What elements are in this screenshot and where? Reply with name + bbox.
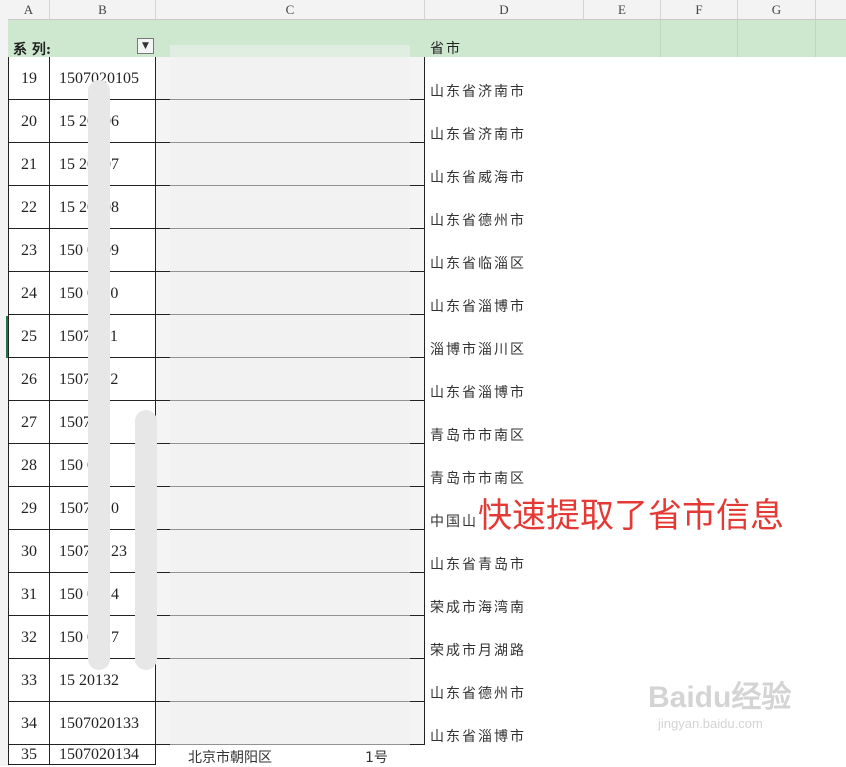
column-header-f[interactable]: F <box>661 0 738 20</box>
redaction-blur <box>88 80 110 670</box>
row-number[interactable]: 33 <box>8 659 50 702</box>
province-city-cell[interactable]: 青岛市市南区 <box>430 468 526 488</box>
redaction-mosaic <box>170 45 410 745</box>
row-number[interactable]: 24 <box>8 272 50 315</box>
province-city-cell[interactable]: 山东省威海市 <box>430 167 526 187</box>
province-header-label: 省市 <box>430 41 462 57</box>
header-cell-g <box>738 20 816 57</box>
row-number[interactable]: 30 <box>8 530 50 573</box>
watermark-logo: Baidu经验 <box>648 681 792 714</box>
watermark-url: jingyan.baidu.com <box>658 716 763 731</box>
province-city-cell[interactable]: 山东省淄博市 <box>430 296 526 316</box>
province-city-cell[interactable]: 山东省淄博市 <box>430 382 526 402</box>
dropdown-arrow-icon: ▼ <box>142 41 149 51</box>
row-number[interactable]: 29 <box>8 487 50 530</box>
series-header-label: 系 列: <box>13 42 52 58</box>
address-cell-partial-end: 1号 <box>365 750 388 766</box>
column-header-d[interactable]: D <box>425 0 584 20</box>
id-cell[interactable]: 1507020133 <box>50 702 156 745</box>
province-city-cell[interactable]: 山东省青岛市 <box>430 554 526 574</box>
column-header-a[interactable]: A <box>8 0 50 20</box>
province-city-cell[interactable]: 荣成市月湖路 <box>430 640 526 660</box>
row-number[interactable]: 31 <box>8 573 50 616</box>
annotation-text: 快速提取了省市信息 <box>478 496 784 536</box>
header-cell-f <box>661 20 738 57</box>
row-number[interactable]: 35 <box>8 745 50 765</box>
row-number[interactable]: 26 <box>8 358 50 401</box>
row-number[interactable]: 25 <box>8 315 50 358</box>
row-number[interactable]: 20 <box>8 100 50 143</box>
row-number[interactable]: 19 <box>8 57 50 100</box>
id-cell[interactable]: 1507020134 <box>50 745 156 765</box>
row-number[interactable]: 23 <box>8 229 50 272</box>
province-city-cell[interactable]: 山东省德州市 <box>430 683 526 703</box>
province-city-cell[interactable]: 山东省淄博市 <box>430 726 526 746</box>
row-number[interactable]: 27 <box>8 401 50 444</box>
column-header-b[interactable]: B <box>50 0 156 20</box>
province-city-cell[interactable]: 山东省德州市 <box>430 210 526 230</box>
column-header-next[interactable] <box>816 0 846 20</box>
filter-dropdown-button[interactable]: ▼ <box>137 38 154 54</box>
province-city-cell[interactable]: 山东省济南市 <box>430 81 526 101</box>
header-cell-e <box>584 20 661 57</box>
province-city-cell[interactable]: 青岛市市南区 <box>430 425 526 445</box>
redaction-blur <box>135 410 157 670</box>
column-header-g[interactable]: G <box>738 0 816 20</box>
column-header-e[interactable]: E <box>584 0 661 20</box>
row-number[interactable]: 34 <box>8 702 50 745</box>
row-number[interactable]: 21 <box>8 143 50 186</box>
selection-edge <box>6 316 8 358</box>
province-city-cell[interactable]: 山东省济南市 <box>430 124 526 144</box>
province-city-cell[interactable]: 淄博市淄川区 <box>430 339 526 359</box>
row-number[interactable]: 28 <box>8 444 50 487</box>
province-city-cell[interactable]: 荣成市海湾南 <box>430 597 526 617</box>
address-cell-partial[interactable]: 北京市朝阳区 <box>188 747 272 767</box>
province-city-cell[interactable]: 中国山 <box>430 511 478 531</box>
row-number[interactable]: 22 <box>8 186 50 229</box>
province-city-cell[interactable]: 山东省临淄区 <box>430 253 526 273</box>
column-header-c[interactable]: C <box>156 0 425 20</box>
watermark: Baidu经验 jingyan.baidu.com <box>648 672 791 731</box>
row-number[interactable]: 32 <box>8 616 50 659</box>
